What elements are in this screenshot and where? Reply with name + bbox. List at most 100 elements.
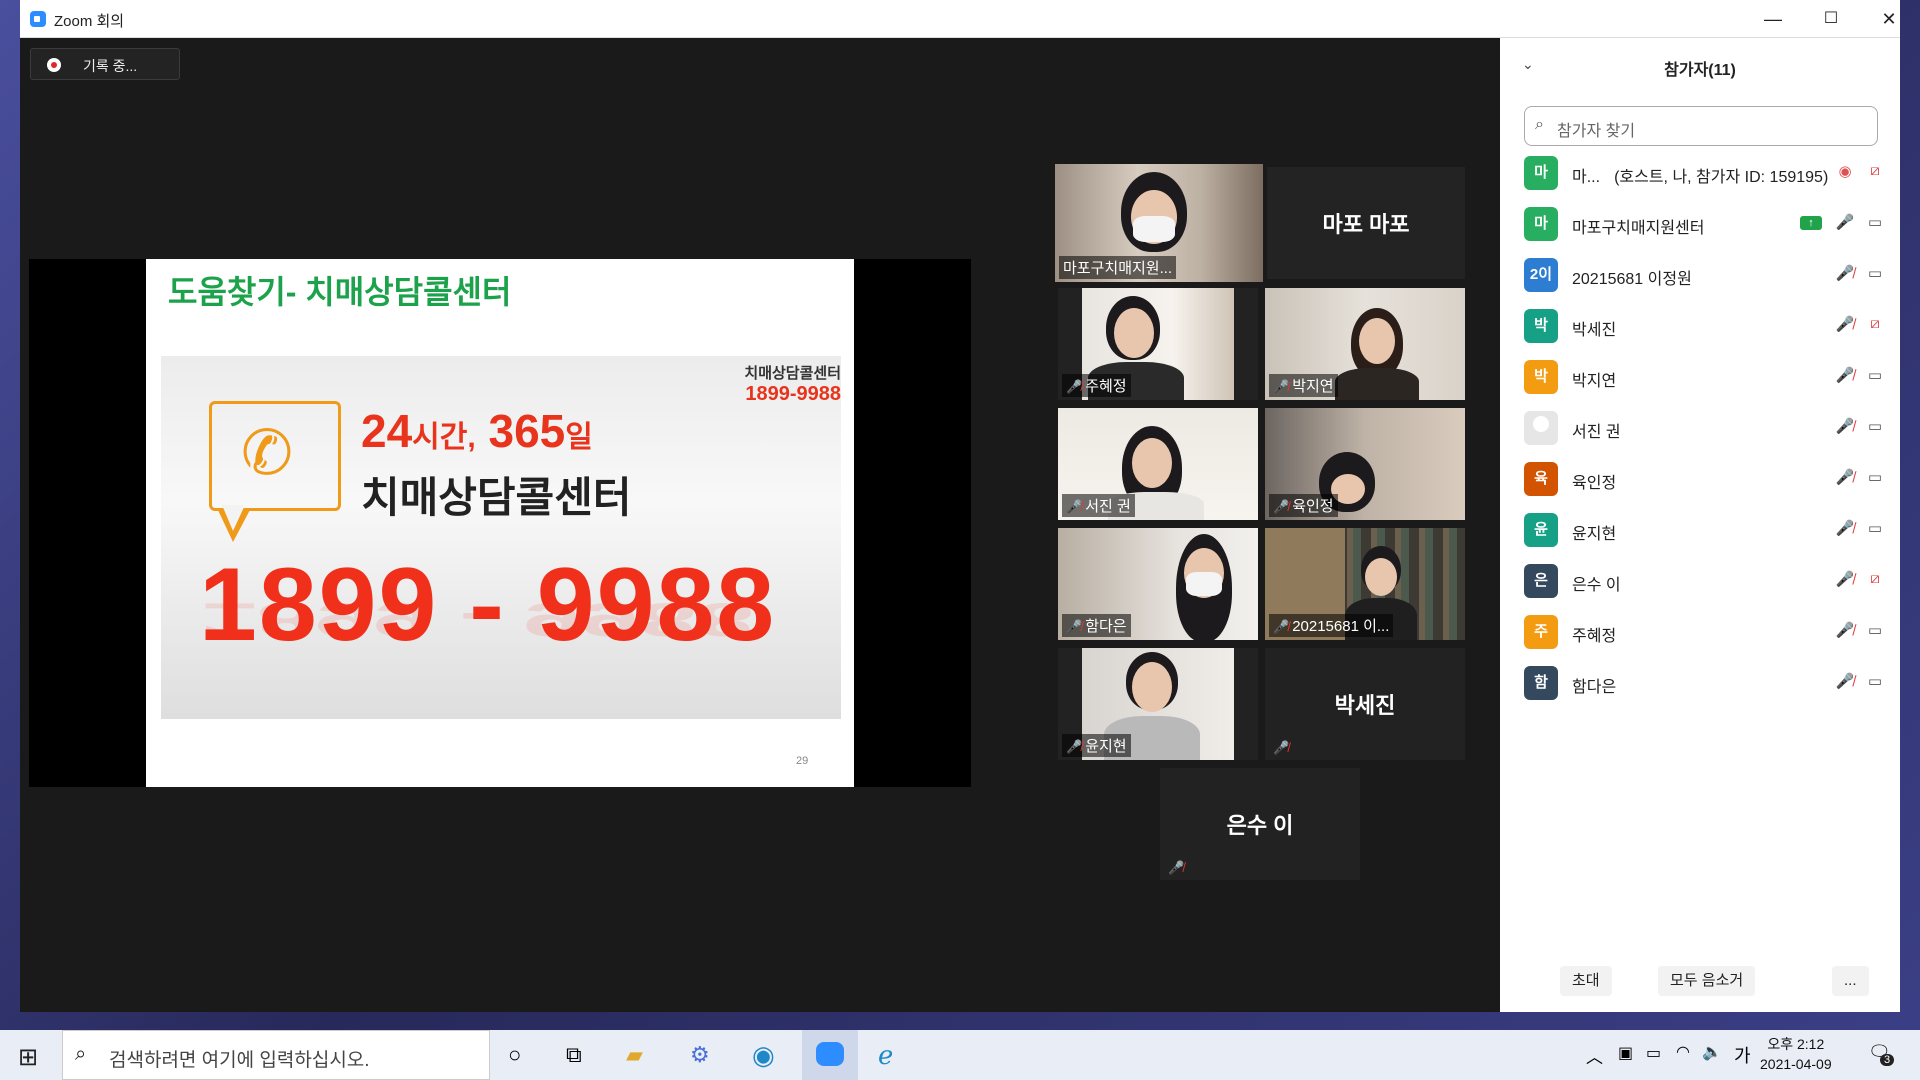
minimize-button[interactable]: — [1748, 4, 1798, 34]
participant-name-text: 윤지현 [1572, 526, 1617, 543]
notification-icon[interactable]: 🗨 3 [1868, 1042, 1895, 1066]
video-tile[interactable]: 🎤̸ 박지연 [1265, 288, 1465, 400]
participant-row[interactable]: 육 육인정 🎤̸ ▭ [1524, 460, 1894, 496]
mic-muted-icon[interactable]: 🎤̸ [1834, 519, 1856, 537]
participant-avatar: 함 [1524, 666, 1558, 700]
video-tile[interactable]: 마포 마포 [1267, 167, 1465, 279]
video-tile[interactable]: 박세진 🎤̸ [1265, 648, 1465, 760]
mic-icon[interactable]: 🎤 [1834, 213, 1856, 231]
hours-text: 24시간, 365일 [361, 404, 593, 458]
video-tile[interactable]: 🎤̸ 윤지현 [1058, 648, 1258, 760]
volume-icon[interactable]: 🔈 [1702, 1042, 1722, 1062]
participant-list-name: 육인정 [1572, 469, 1616, 493]
participant-name: 🎤̸ 서진 권 [1062, 494, 1135, 517]
mic-muted-icon[interactable]: 🎤̸ [1834, 264, 1856, 282]
participant-row[interactable]: 함 함다은 🎤̸ ▭ [1524, 664, 1894, 700]
participant-row[interactable]: 윤 윤지현 🎤̸ ▭ [1524, 511, 1894, 547]
mic-muted-icon[interactable]: 🎤̸ [1834, 468, 1856, 486]
participant-search-input[interactable]: ⌕ 참가자 찾기 [1524, 106, 1878, 146]
maximize-button[interactable]: ☐ [1806, 4, 1856, 34]
mic-muted-icon[interactable]: 🎤̸ [1834, 672, 1856, 690]
invite-button[interactable]: 초대 [1560, 966, 1612, 996]
video-tile[interactable]: 은수 이 🎤̸ [1160, 768, 1360, 880]
recording-label: 기록 중... [83, 58, 138, 74]
participant-name: 🎤̸ 육인정 [1269, 494, 1338, 517]
video-icon[interactable]: ▭ [1864, 417, 1886, 435]
video-tile[interactable]: 🎤̸ 20215681 이... [1265, 528, 1465, 640]
video-off-icon[interactable]: ⧄ [1864, 162, 1886, 179]
participant-avatar: 은 [1524, 564, 1558, 598]
mute-all-button[interactable]: 모두 음소거 [1658, 966, 1756, 996]
person-face [1114, 308, 1154, 358]
task-view-icon[interactable]: ⧉ [566, 1042, 582, 1068]
participant-avatar: 윤 [1524, 513, 1558, 547]
clock[interactable]: 오후 2:12 2021-04-09 [1760, 1034, 1832, 1074]
edge-icon[interactable]: ◉ [752, 1040, 775, 1071]
participant-list-name: 마포구치매지원센터 [1572, 214, 1704, 238]
participant-list-name: 박세진 [1572, 316, 1616, 340]
mic-muted-icon[interactable]: 🎤̸ [1834, 621, 1856, 639]
participant-avatar: 2이 [1524, 258, 1558, 292]
video-tile[interactable]: 🎤̸ 육인정 [1265, 408, 1465, 520]
mic-muted-icon: 🎤̸ [1066, 499, 1083, 514]
phone-icon: ✆ [241, 419, 293, 488]
mic-muted-icon[interactable]: 🎤̸ [1834, 570, 1856, 588]
settings-app-icon[interactable]: ⚙ [690, 1042, 710, 1068]
video-icon[interactable]: ▭ [1864, 621, 1886, 639]
internet-explorer-icon[interactable]: ℯ [878, 1040, 893, 1071]
windows-start-icon[interactable]: ⊞ [18, 1043, 38, 1072]
video-icon[interactable]: ▭ [1864, 213, 1886, 231]
video-tile[interactable]: 🎤̸ 주혜정 [1058, 288, 1258, 400]
participant-row[interactable]: 마 마... (호스트, 나, 참가자 ID: 159195) ◉ ⧄ [1524, 154, 1894, 190]
participant-row[interactable]: 서진 권 🎤̸ ▭ [1524, 409, 1894, 445]
mic-status: 🎤̸ [1164, 858, 1191, 877]
taskbar-search-box[interactable]: ⌕ 검색하려면 여기에 입력하십시오. [62, 1030, 490, 1080]
video-icon[interactable]: ▭ [1864, 519, 1886, 537]
video-icon[interactable]: ▭ [1864, 264, 1886, 282]
participant-row[interactable]: 박 박세진 🎤̸ ⧄ [1524, 307, 1894, 343]
recording-icon[interactable]: ◉ [1834, 162, 1856, 180]
clock-time: 오후 2:12 [1767, 1036, 1825, 1052]
close-button[interactable]: ✕ [1864, 4, 1914, 34]
wifi-icon[interactable]: ◠ [1676, 1042, 1690, 1062]
video-icon[interactable]: ▭ [1864, 672, 1886, 690]
mic-muted-icon: 🎤̸ [1273, 379, 1290, 394]
video-tile[interactable]: 마포구치매지원... [1055, 164, 1263, 282]
video-off-icon[interactable]: ⧄ [1864, 570, 1886, 587]
title-bar: Zoom 회의 — ☐ ✕ [20, 0, 1900, 38]
cortana-icon[interactable]: ○ [508, 1042, 521, 1068]
search-icon: ⌕ [1535, 116, 1544, 133]
participant-name: 🎤̸ 박지연 [1269, 374, 1338, 397]
video-tile[interactable]: 🎤̸ 서진 권 [1058, 408, 1258, 520]
battery-icon[interactable]: ▭ [1646, 1043, 1661, 1063]
video-tile[interactable]: 🎤̸ 함다은 [1058, 528, 1258, 640]
participant-list-name: 은수 이 [1572, 571, 1621, 595]
participant-name-text: 함다은 [1572, 679, 1617, 696]
ime-indicator[interactable]: 가 [1734, 1042, 1751, 1068]
device-icon[interactable]: ▣ [1618, 1043, 1633, 1063]
mic-muted-icon: 🎤̸ [1273, 740, 1290, 755]
recording-indicator[interactable]: 기록 중... [30, 48, 180, 80]
face-mask [1186, 572, 1222, 596]
participant-avatar [1524, 411, 1558, 445]
mic-muted-icon[interactable]: 🎤̸ [1834, 366, 1856, 384]
file-explorer-icon[interactable]: ▰ [626, 1042, 643, 1068]
more-button[interactable]: ... [1832, 966, 1869, 996]
zoom-taskbar-icon[interactable] [802, 1030, 858, 1080]
video-icon[interactable]: ▭ [1864, 468, 1886, 486]
mic-muted-icon[interactable]: 🎤̸ [1834, 417, 1856, 435]
participant-row[interactable]: 2이 20215681 이정원 🎤̸ ▭ [1524, 256, 1894, 292]
presentation-slide: 도움찾기- 치매상담콜센터 치매상담콜센터 1899-9988 ✆ 24시간, … [146, 259, 854, 787]
video-off-icon[interactable]: ⧄ [1864, 315, 1886, 332]
chevron-up-icon[interactable]: ︿ [1586, 1043, 1603, 1068]
participant-row[interactable]: 주 주혜정 🎤̸ ▭ [1524, 613, 1894, 649]
participant-role-text: (호스트, 나, 참가자 ID: 159195) [1614, 169, 1829, 186]
slide-corner-info: 치매상담콜센터 1899-9988 [744, 362, 841, 406]
participant-name-text: 서진 권 [1085, 498, 1131, 515]
participant-row[interactable]: 마 마포구치매지원센터 ↑ 🎤 ▭ [1524, 205, 1894, 241]
mic-muted-icon[interactable]: 🎤̸ [1834, 315, 1856, 333]
zoom-logo-icon [30, 11, 46, 27]
video-icon[interactable]: ▭ [1864, 366, 1886, 384]
participant-row[interactable]: 박 박지연 🎤̸ ▭ [1524, 358, 1894, 394]
participant-row[interactable]: 은 은수 이 🎤̸ ⧄ [1524, 562, 1894, 598]
